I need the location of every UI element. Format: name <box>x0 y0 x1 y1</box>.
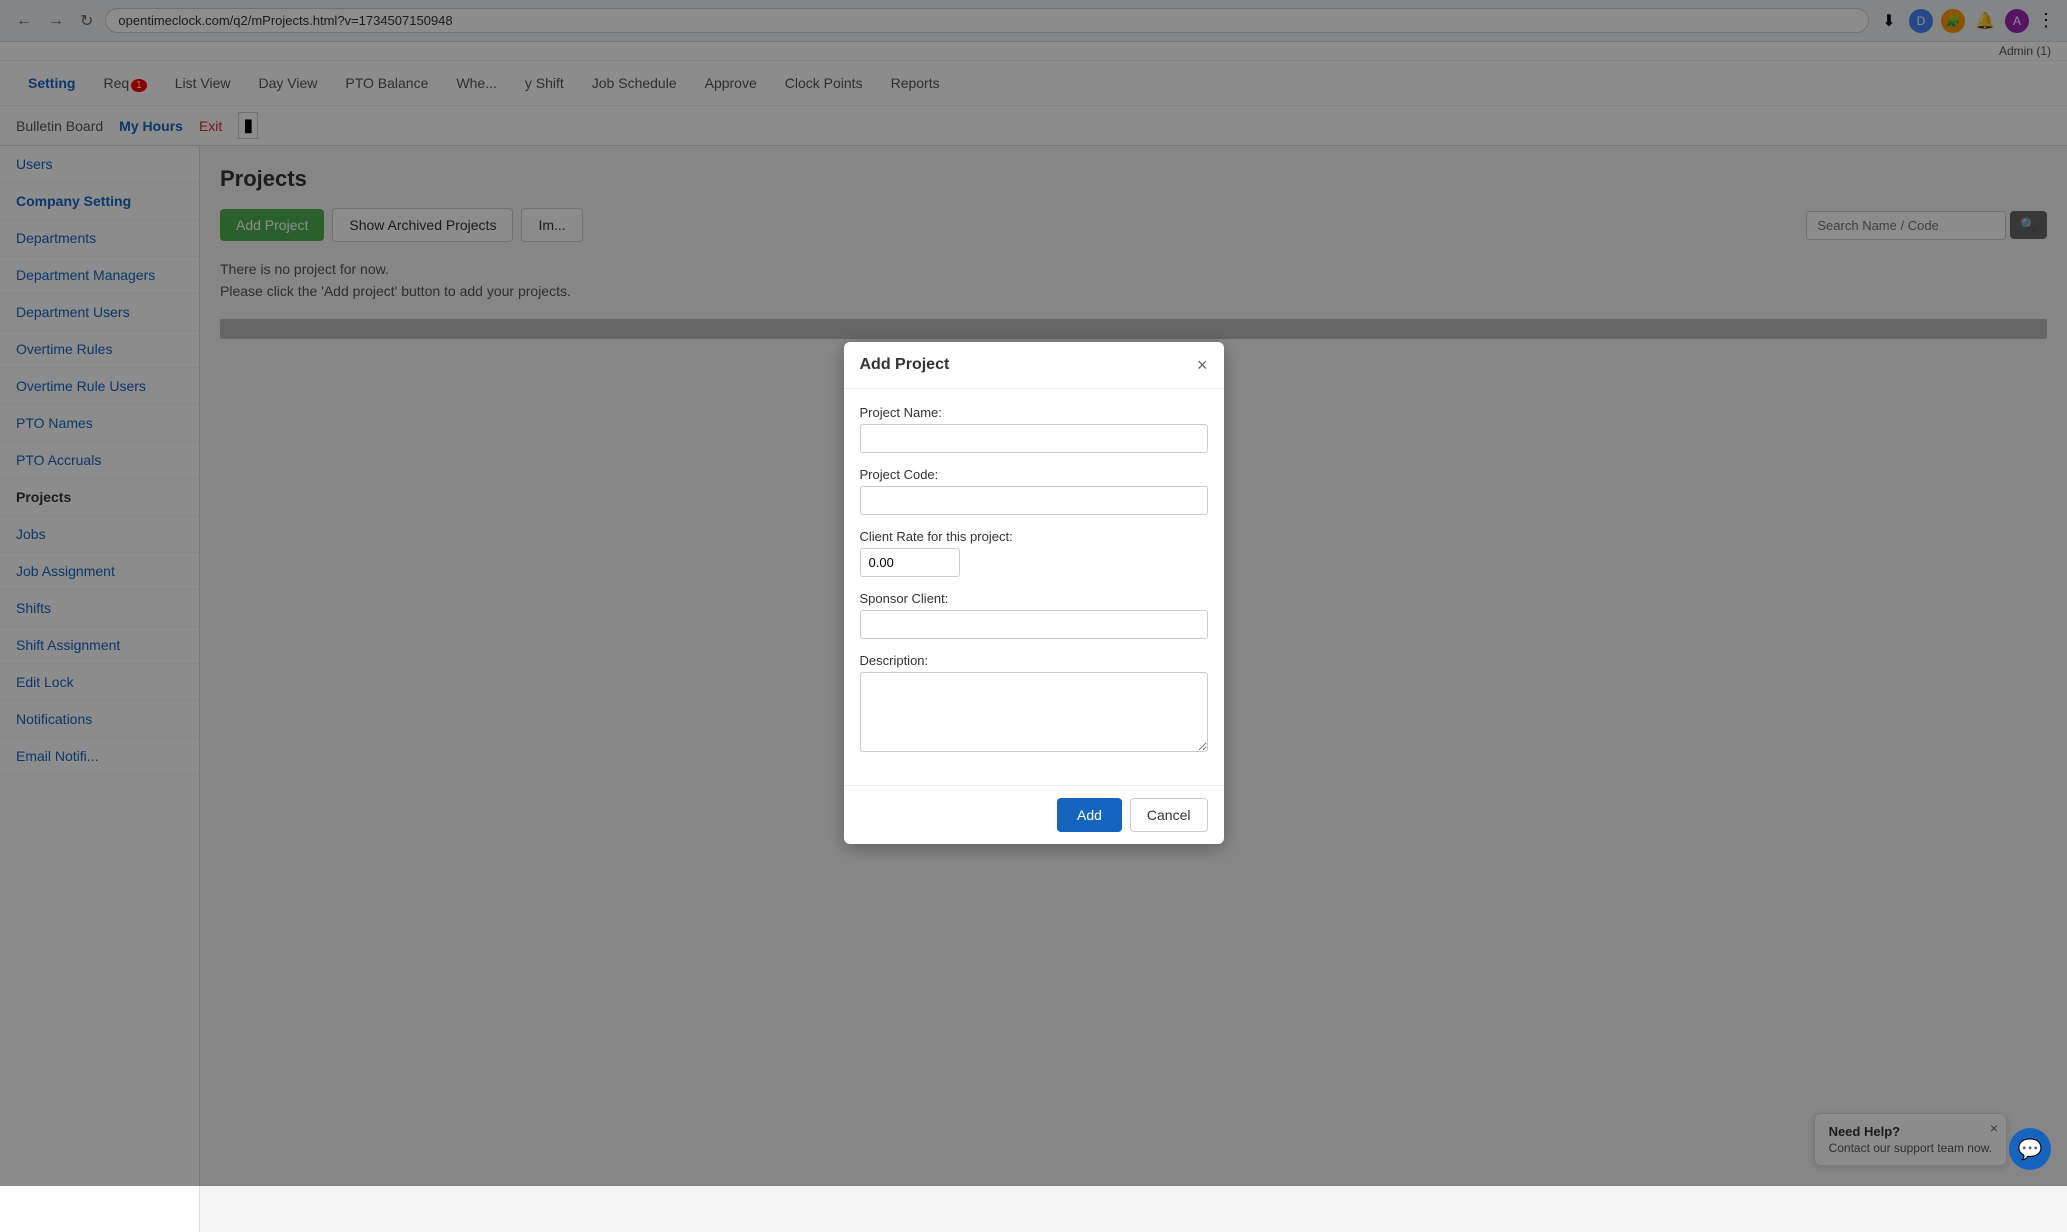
description-group: Description: <box>860 653 1208 755</box>
project-code-group: Project Code: <box>860 467 1208 515</box>
modal-title: Add Project <box>860 356 950 374</box>
chat-icon[interactable]: 💬 <box>2009 1128 2051 1170</box>
sponsor-client-group: Sponsor Client: <box>860 591 1208 639</box>
modal-cancel-button[interactable]: Cancel <box>1130 798 1208 832</box>
description-textarea[interactable] <box>860 672 1208 752</box>
modal-overlay: Add Project × Project Name: Project Code… <box>0 0 2067 1186</box>
project-name-group: Project Name: <box>860 405 1208 453</box>
sponsor-client-label: Sponsor Client: <box>860 591 1208 606</box>
modal-header: Add Project × <box>844 342 1224 389</box>
description-label: Description: <box>860 653 1208 668</box>
project-name-input[interactable] <box>860 424 1208 453</box>
sponsor-client-input[interactable] <box>860 610 1208 639</box>
add-project-modal: Add Project × Project Name: Project Code… <box>844 342 1224 844</box>
project-code-input[interactable] <box>860 486 1208 515</box>
modal-close-button[interactable]: × <box>1197 356 1208 374</box>
modal-add-button[interactable]: Add <box>1057 798 1122 832</box>
modal-footer: Add Cancel <box>844 785 1224 844</box>
project-name-label: Project Name: <box>860 405 1208 420</box>
client-rate-input[interactable] <box>860 548 960 577</box>
project-code-label: Project Code: <box>860 467 1208 482</box>
modal-body: Project Name: Project Code: Client Rate … <box>844 389 1224 785</box>
client-rate-group: Client Rate for this project: <box>860 529 1208 577</box>
client-rate-label: Client Rate for this project: <box>860 529 1208 544</box>
